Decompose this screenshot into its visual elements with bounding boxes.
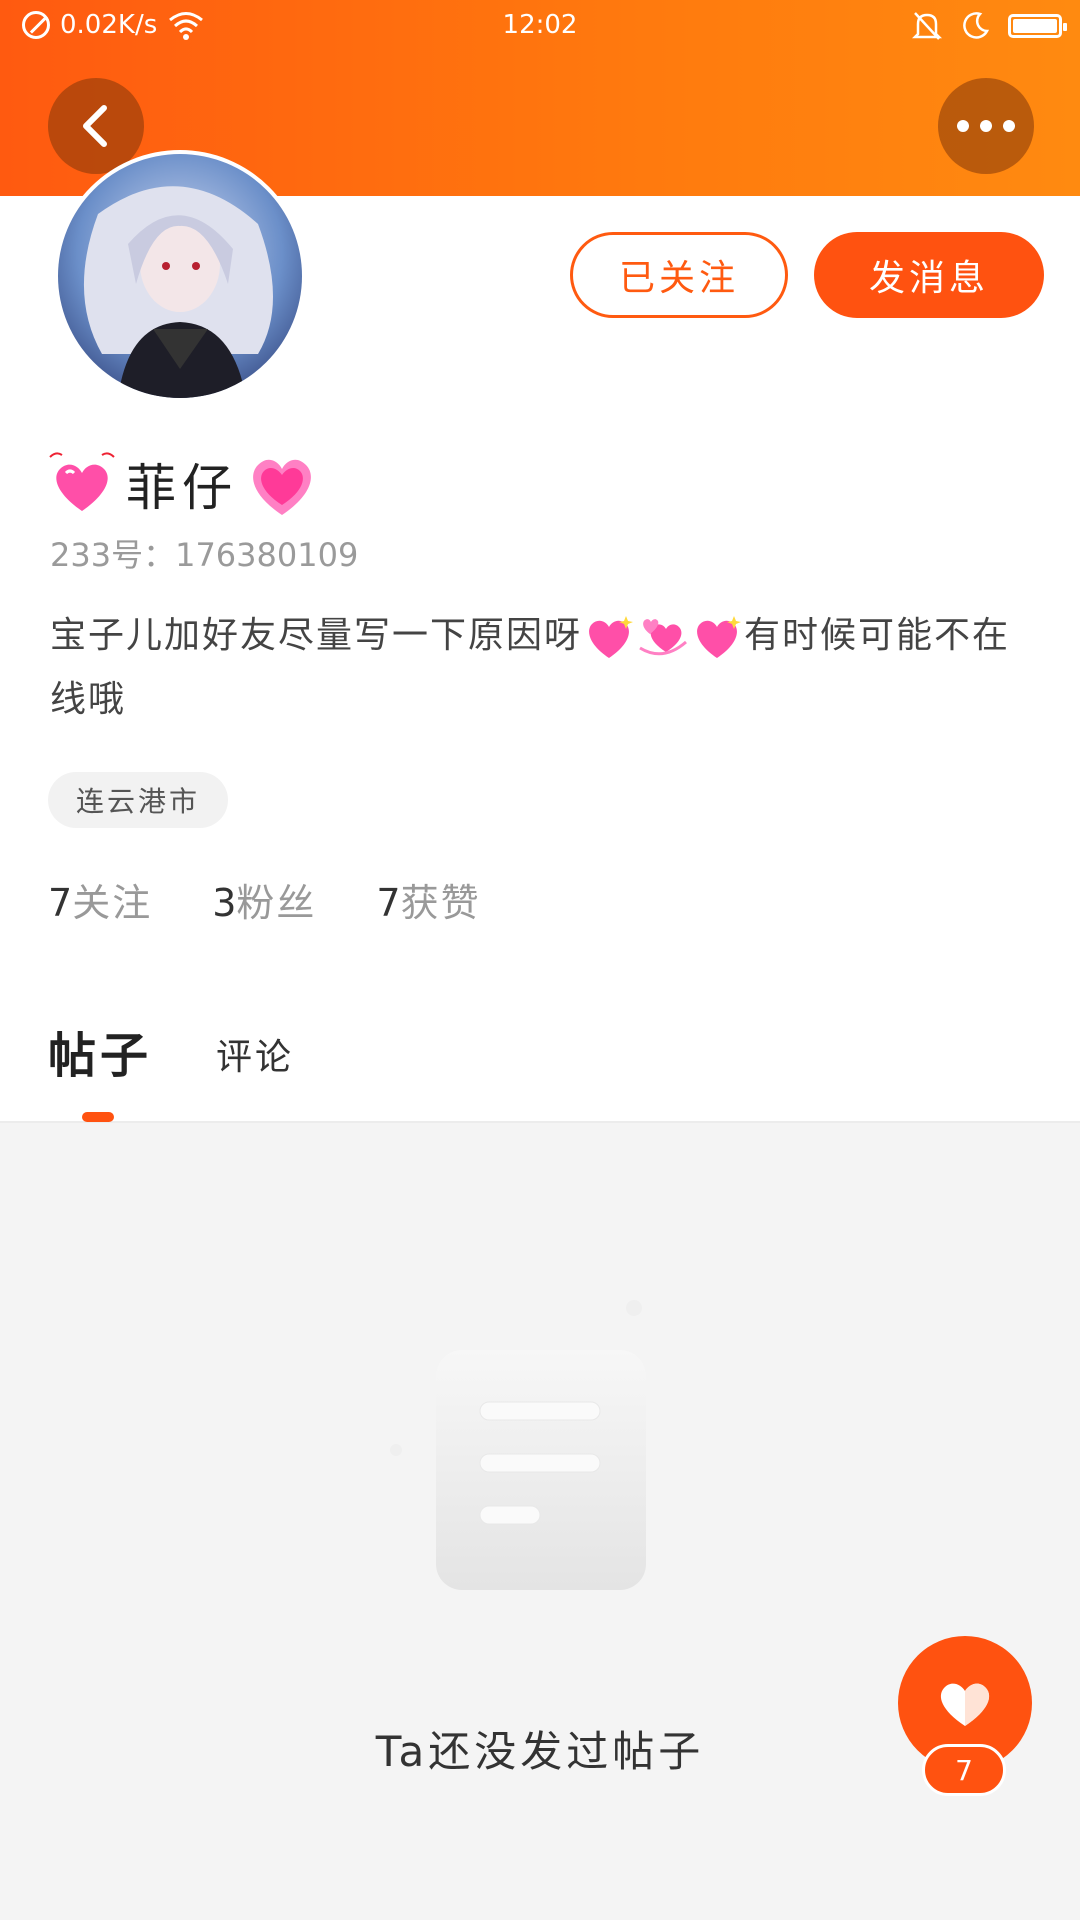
- stat-label: 粉丝: [236, 881, 317, 925]
- followed-button[interactable]: 已关注: [570, 232, 788, 318]
- username: 菲仔: [126, 459, 238, 517]
- stat-followers[interactable]: 3粉丝: [212, 872, 316, 927]
- glowing-heart-icon: [253, 459, 311, 515]
- battery-icon: [1008, 14, 1067, 38]
- tab-posts[interactable]: 帖子: [48, 1016, 152, 1086]
- stat-likes[interactable]: 7获赞: [376, 872, 480, 927]
- sparkling-heart-icon-2: [697, 616, 742, 658]
- stat-following[interactable]: 7关注: [48, 872, 152, 927]
- status-right: [912, 10, 1067, 42]
- more-dots-icon: [957, 120, 1015, 132]
- avatar-image: [58, 154, 302, 398]
- name-row: 菲仔: [46, 448, 318, 520]
- avatar[interactable]: [54, 150, 306, 402]
- heart-icon: [940, 1683, 990, 1726]
- location-tag[interactable]: 连云港市: [48, 772, 229, 828]
- mute-bell-icon: [912, 12, 942, 40]
- bio: 宝子儿加好友尽量写一下原因呀 有时候可能不在线哦: [50, 604, 1030, 732]
- chevron-left-icon: [83, 105, 107, 147]
- moon-icon: [963, 12, 990, 39]
- stat-number: 3: [212, 881, 237, 925]
- stat-number: 7: [376, 881, 401, 925]
- user-id: 233号：176380109: [50, 536, 359, 574]
- sparkling-heart-icon: [589, 616, 634, 658]
- bio-text: 宝子儿加好友尽量写一下原因呀: [50, 615, 583, 656]
- stat-label: 获赞: [400, 881, 481, 925]
- content-tabs: 帖子 评论: [48, 1016, 294, 1086]
- stat-number: 7: [48, 881, 73, 925]
- stat-label: 关注: [72, 881, 153, 925]
- like-count-badge: 7: [922, 1744, 1006, 1796]
- tab-comments[interactable]: 评论: [216, 1028, 294, 1086]
- tabs-divider: [0, 1121, 1080, 1123]
- status-bar: 0.02K/s 12:02: [0, 0, 1080, 52]
- send-message-button[interactable]: 发消息: [814, 232, 1044, 318]
- more-options-button[interactable]: [938, 78, 1034, 174]
- revolving-hearts-icon: [639, 619, 687, 656]
- active-tab-indicator: [82, 1112, 114, 1122]
- beating-heart-icon: [49, 452, 115, 511]
- empty-document-icon: [390, 1300, 646, 1590]
- stats-row: 7关注 3粉丝 7获赞: [48, 872, 481, 927]
